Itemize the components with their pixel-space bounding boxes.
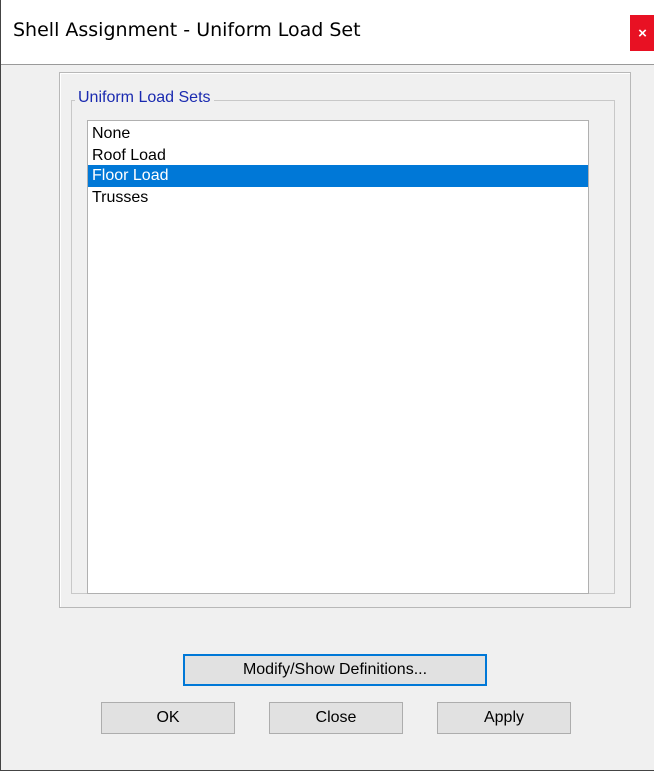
title-bar: Shell Assignment - Uniform Load Set ×: [1, 0, 654, 65]
list-item-none[interactable]: None: [88, 123, 588, 145]
close-button[interactable]: Close: [269, 702, 403, 734]
list-item-trusses[interactable]: Trusses: [88, 187, 588, 209]
load-set-listbox[interactable]: None Roof Load Floor Load Trusses: [87, 120, 589, 594]
list-item-roof-load[interactable]: Roof Load: [88, 145, 588, 167]
dialog-window: Shell Assignment - Uniform Load Set × Un…: [0, 0, 654, 771]
ok-button[interactable]: OK: [101, 702, 235, 734]
groupbox-label: Uniform Load Sets: [75, 89, 214, 107]
modify-show-definitions-button[interactable]: Modify/Show Definitions...: [183, 654, 487, 686]
apply-button[interactable]: Apply: [437, 702, 571, 734]
close-window-button[interactable]: ×: [630, 15, 654, 51]
close-icon: ×: [638, 24, 647, 42]
window-title: Shell Assignment - Uniform Load Set: [13, 19, 361, 41]
list-item-floor-load[interactable]: Floor Load: [88, 165, 588, 187]
